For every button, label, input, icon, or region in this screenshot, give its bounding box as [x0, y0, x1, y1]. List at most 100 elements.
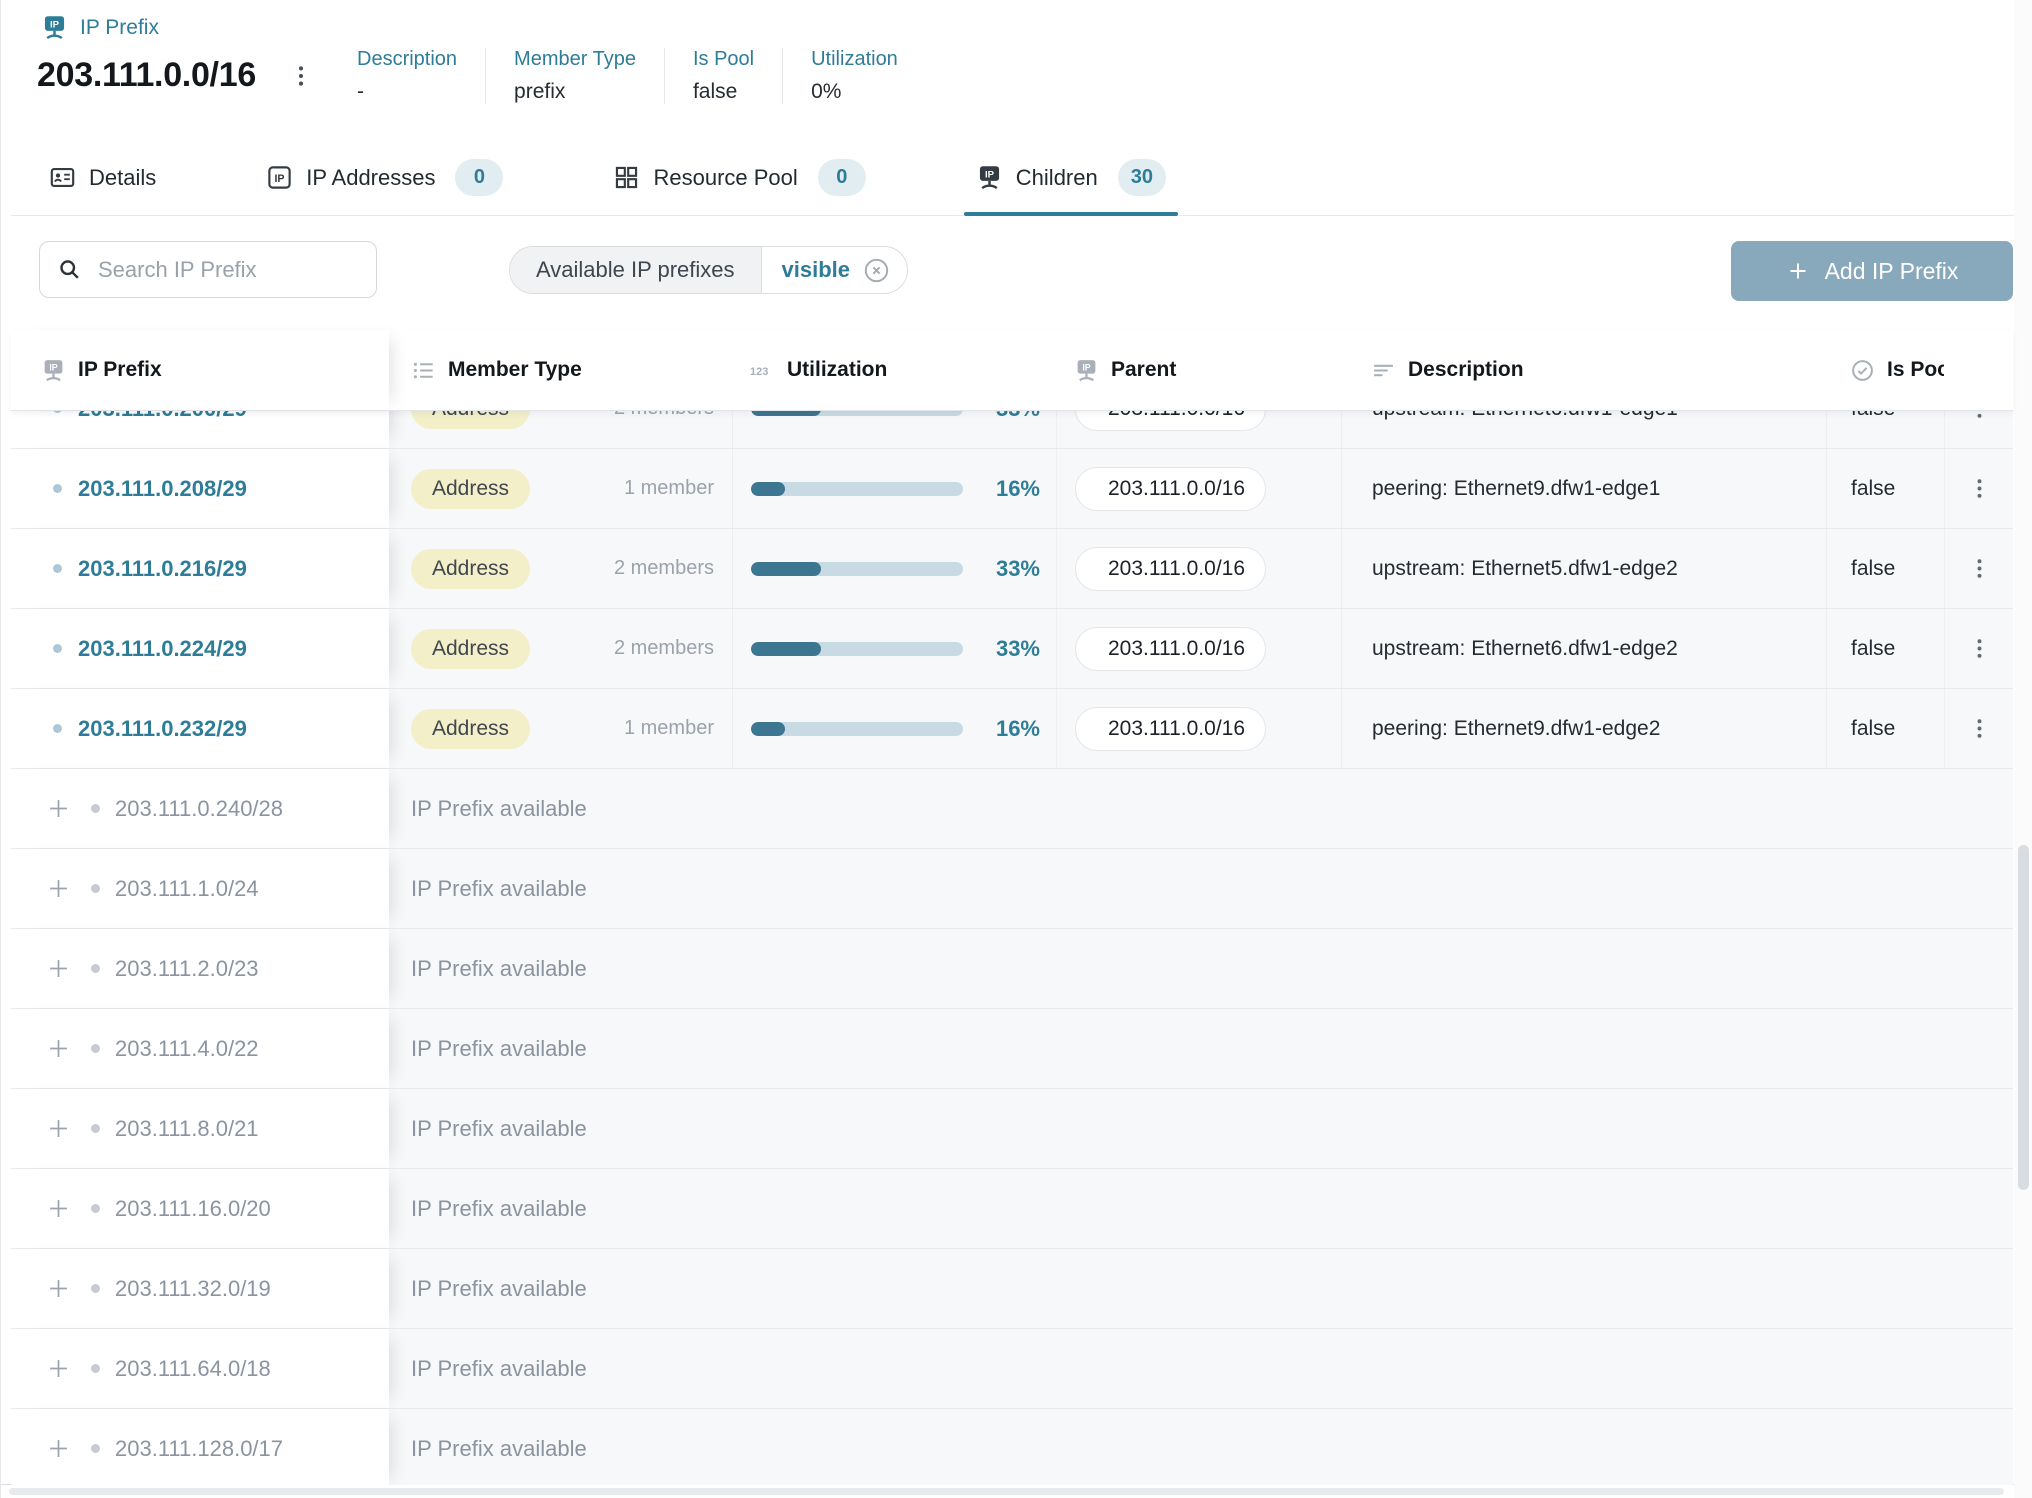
table-body: 203.111.0.200/29 Address 2 members 33% 2…	[11, 411, 2013, 1485]
header-meta: Description - Member Type prefix Is Pool…	[343, 48, 926, 104]
bullet-dot	[91, 1444, 100, 1453]
add-ip-prefix-button[interactable]: Add IP Prefix	[1731, 241, 2013, 301]
ip-prefix-icon: IP	[976, 164, 1003, 191]
member-type-badge: Address	[411, 411, 530, 429]
parent-prefix: 203.111.0.0/16	[1108, 557, 1245, 581]
member-count: 2 members	[614, 557, 714, 580]
search-input[interactable]	[96, 256, 359, 284]
ip-prefix-icon: IP	[1074, 358, 1099, 383]
member-count: 1 member	[624, 477, 714, 500]
bullet-dot	[53, 411, 62, 413]
horizontal-scrollbar-thumb[interactable]	[9, 1488, 2004, 1495]
tab-ip-addresses[interactable]: IP IP Addresses 0	[254, 140, 515, 215]
ip-box-icon: IP	[266, 164, 293, 191]
svg-text:IP: IP	[985, 169, 995, 180]
breadcrumb[interactable]: IP IP Prefix	[41, 14, 159, 41]
title-kebab-menu-icon[interactable]	[284, 59, 318, 93]
table-row: 203.111.0.224/29 Address 2 members 33% 2…	[11, 609, 2013, 689]
column-header-ip-prefix[interactable]: IP IP Prefix	[11, 330, 389, 410]
row-kebab-menu-icon[interactable]	[1965, 634, 1994, 663]
prefix-link[interactable]: 203.111.0.208/29	[78, 476, 247, 502]
row-kebab-menu-icon[interactable]	[1965, 411, 1994, 423]
utilization-bar	[751, 562, 963, 576]
column-header-utilization[interactable]: 123 Utilization	[732, 330, 1056, 410]
table-row-available: 203.111.0.240/28 IP Prefix available	[11, 769, 2013, 849]
tab-details[interactable]: Details	[37, 140, 168, 215]
member-type-badge: Address	[411, 709, 530, 749]
row-kebab-menu-icon[interactable]	[1965, 554, 1994, 583]
utilization-bar	[751, 482, 963, 496]
tab-resource-pool[interactable]: Resource Pool 0	[601, 140, 877, 215]
prefix-available: 203.111.64.0/18	[115, 1356, 271, 1382]
row-kebab-menu-icon[interactable]	[1965, 714, 1994, 743]
filter-chip[interactable]: Available IP prefixes visible	[509, 246, 908, 294]
remove-filter-icon[interactable]	[863, 257, 890, 284]
tab-count-badge: 30	[1118, 159, 1166, 196]
column-header-is-pool[interactable]: Is Pool	[1826, 330, 1944, 410]
parent-chip[interactable]: 203.111.0.0/16	[1075, 707, 1266, 751]
vertical-scrollbar[interactable]	[2014, 0, 2032, 1498]
prefix-link[interactable]: 203.111.0.200/29	[78, 411, 247, 422]
id-card-icon	[49, 164, 76, 191]
utilization-bar	[751, 411, 963, 416]
row-kebab-menu-icon[interactable]	[1965, 474, 1994, 503]
list-icon	[411, 358, 436, 383]
vertical-scrollbar-thumb[interactable]	[2018, 845, 2029, 1190]
expand-plus-icon[interactable]	[45, 1435, 72, 1462]
expand-plus-icon[interactable]	[45, 955, 72, 982]
bullet-dot	[91, 1044, 100, 1053]
parent-chip[interactable]: 203.111.0.0/16	[1075, 627, 1266, 671]
parent-prefix: 203.111.0.0/16	[1108, 637, 1245, 661]
is-pool-value: false	[1851, 411, 1895, 421]
expand-plus-icon[interactable]	[45, 1275, 72, 1302]
tab-children[interactable]: IP Children 30	[964, 140, 1178, 215]
prefix-available: 203.111.1.0/24	[115, 876, 259, 902]
expand-plus-icon[interactable]	[45, 1355, 72, 1382]
expand-plus-icon[interactable]	[45, 1035, 72, 1062]
column-header-member-type[interactable]: Member Type	[389, 330, 732, 410]
tab-count-badge: 0	[818, 159, 866, 196]
table-row-available: 203.111.32.0/19 IP Prefix available	[11, 1249, 2013, 1329]
search-box[interactable]	[39, 241, 377, 298]
horizontal-scrollbar[interactable]	[1, 1484, 2032, 1498]
table-row: 203.111.0.232/29 Address 1 member 16% 20…	[11, 689, 2013, 769]
expand-plus-icon[interactable]	[45, 875, 72, 902]
expand-plus-icon[interactable]	[45, 1115, 72, 1142]
table-row-available: 203.111.2.0/23 IP Prefix available	[11, 929, 2013, 1009]
svg-text:IP: IP	[1082, 362, 1090, 372]
table-row-available: 203.111.64.0/18 IP Prefix available	[11, 1329, 2013, 1409]
parent-chip[interactable]: 203.111.0.0/16	[1075, 411, 1266, 431]
svg-text:123: 123	[750, 365, 768, 377]
is-pool-value: false	[1851, 637, 1895, 661]
column-header-parent[interactable]: IP Parent	[1056, 330, 1341, 410]
toolbar: Available IP prefixes visible Add IP Pre…	[11, 241, 2032, 303]
expand-plus-icon[interactable]	[45, 795, 72, 822]
column-header-description[interactable]: Description	[1341, 330, 1826, 410]
numbers-icon: 123	[750, 358, 775, 383]
prefix-available: 203.111.0.240/28	[115, 796, 283, 822]
table-header-row: IP IP Prefix Member Type 123 Utilization…	[11, 330, 2013, 411]
meta-field-2: Is Pool false	[664, 48, 782, 104]
expand-plus-icon[interactable]	[45, 1195, 72, 1222]
prefix-link[interactable]: 203.111.0.216/29	[78, 556, 247, 582]
parent-chip[interactable]: 203.111.0.0/16	[1075, 547, 1266, 591]
table-row-available: 203.111.128.0/17 IP Prefix available	[11, 1409, 2013, 1485]
bullet-dot	[53, 724, 62, 733]
bullet-dot	[91, 964, 100, 973]
svg-text:IP: IP	[49, 362, 57, 372]
utilization-bar-fill	[751, 722, 785, 736]
table-row-available: 203.111.16.0/20 IP Prefix available	[11, 1169, 2013, 1249]
ip-prefix-detail-page: IP IP Prefix 203.111.0.0/16 Description …	[0, 0, 2032, 1498]
parent-chip[interactable]: 203.111.0.0/16	[1075, 467, 1266, 511]
breadcrumb-label: IP Prefix	[80, 16, 159, 40]
search-icon	[57, 257, 82, 282]
utilization-bar-fill	[751, 562, 821, 576]
is-pool-value: false	[1851, 477, 1895, 501]
available-note: IP Prefix available	[411, 1276, 587, 1302]
prefix-link[interactable]: 203.111.0.224/29	[78, 636, 247, 662]
description: upstream: Ethernet6.dfw1-edge1	[1372, 411, 1678, 421]
table-row: 203.111.0.208/29 Address 1 member 16% 20…	[11, 449, 2013, 529]
meta-field-3: Utilization 0%	[782, 48, 926, 104]
utilization-value: 33%	[996, 556, 1040, 582]
prefix-link[interactable]: 203.111.0.232/29	[78, 716, 247, 742]
